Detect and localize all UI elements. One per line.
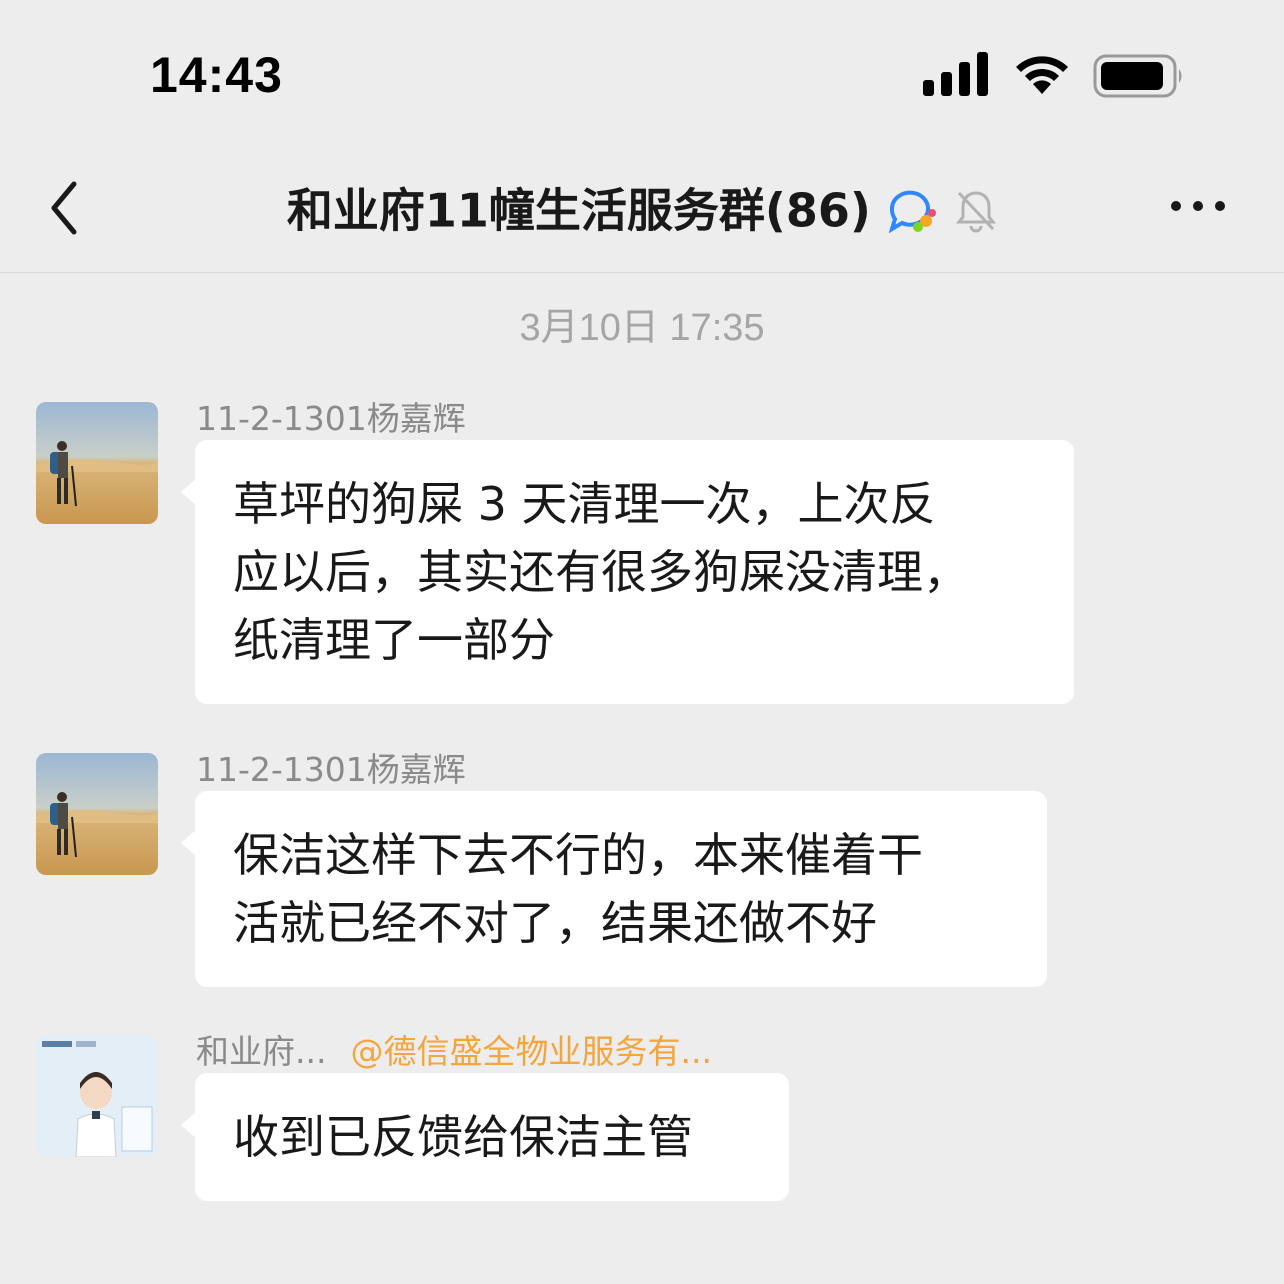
sender-name: 11-2-1301杨嘉辉 bbox=[196, 399, 466, 438]
more-dots-icon bbox=[1171, 201, 1225, 211]
chat-bubble-icon[interactable] bbox=[886, 189, 938, 233]
time-divider: 3月10日 17:35 bbox=[519, 307, 765, 349]
navigation-bar: 和业府11幢生活服务群(86) bbox=[0, 150, 1284, 273]
signal-icon bbox=[923, 52, 989, 100]
status-bar: 14:43 bbox=[0, 0, 1284, 150]
mention-tag[interactable]: @德信盛全物业服务有... bbox=[350, 1032, 711, 1071]
status-icons bbox=[923, 52, 1188, 100]
sender-name: 和业府... @德信盛全物业服务有... bbox=[196, 1025, 712, 1073]
sender-name-text: 和业府... bbox=[196, 1032, 327, 1071]
avatar[interactable] bbox=[36, 402, 158, 524]
avatar[interactable] bbox=[36, 1035, 158, 1157]
message-text-line: 收到已反馈给保洁主管 bbox=[233, 1110, 693, 1164]
message-bubble[interactable]: 草坪的狗屎 3 天清理一次，上次反 应以后，其实还有很多狗屎没清理， 纸清理了一… bbox=[181, 440, 1074, 704]
wifi-icon bbox=[1013, 52, 1071, 100]
property-service-avatar bbox=[36, 1035, 158, 1157]
nav-title-area: 和业府11幢生活服务群(86) bbox=[0, 178, 1284, 242]
message-text-line: 纸清理了一部分 bbox=[233, 613, 555, 667]
message-text-line: 活就已经不对了，结果还做不好 bbox=[233, 896, 877, 950]
message-bubble[interactable]: 保洁这样下去不行的，本来催着干 活就已经不对了，结果还做不好 bbox=[181, 791, 1047, 987]
battery-icon bbox=[1093, 52, 1185, 104]
chat-title: 和业府11幢生活服务群(86) bbox=[286, 183, 871, 238]
message-bubble[interactable]: 收到已反馈给保洁主管 bbox=[181, 1073, 789, 1201]
avatar[interactable] bbox=[36, 753, 158, 875]
bell-muted-icon bbox=[955, 189, 997, 233]
sender-name: 11-2-1301杨嘉辉 bbox=[196, 750, 466, 789]
status-time: 14:43 bbox=[150, 47, 283, 103]
message-text-line: 应以后，其实还有很多狗屎没清理， bbox=[233, 545, 969, 599]
desert-hiker-avatar bbox=[36, 753, 158, 875]
message-text-line: 保洁这样下去不行的，本来催着干 bbox=[233, 828, 923, 882]
message-text-line: 草坪的狗屎 3 天清理一次，上次反 bbox=[233, 477, 936, 531]
more-options-button[interactable] bbox=[1168, 186, 1228, 226]
desert-hiker-avatar bbox=[36, 402, 158, 524]
